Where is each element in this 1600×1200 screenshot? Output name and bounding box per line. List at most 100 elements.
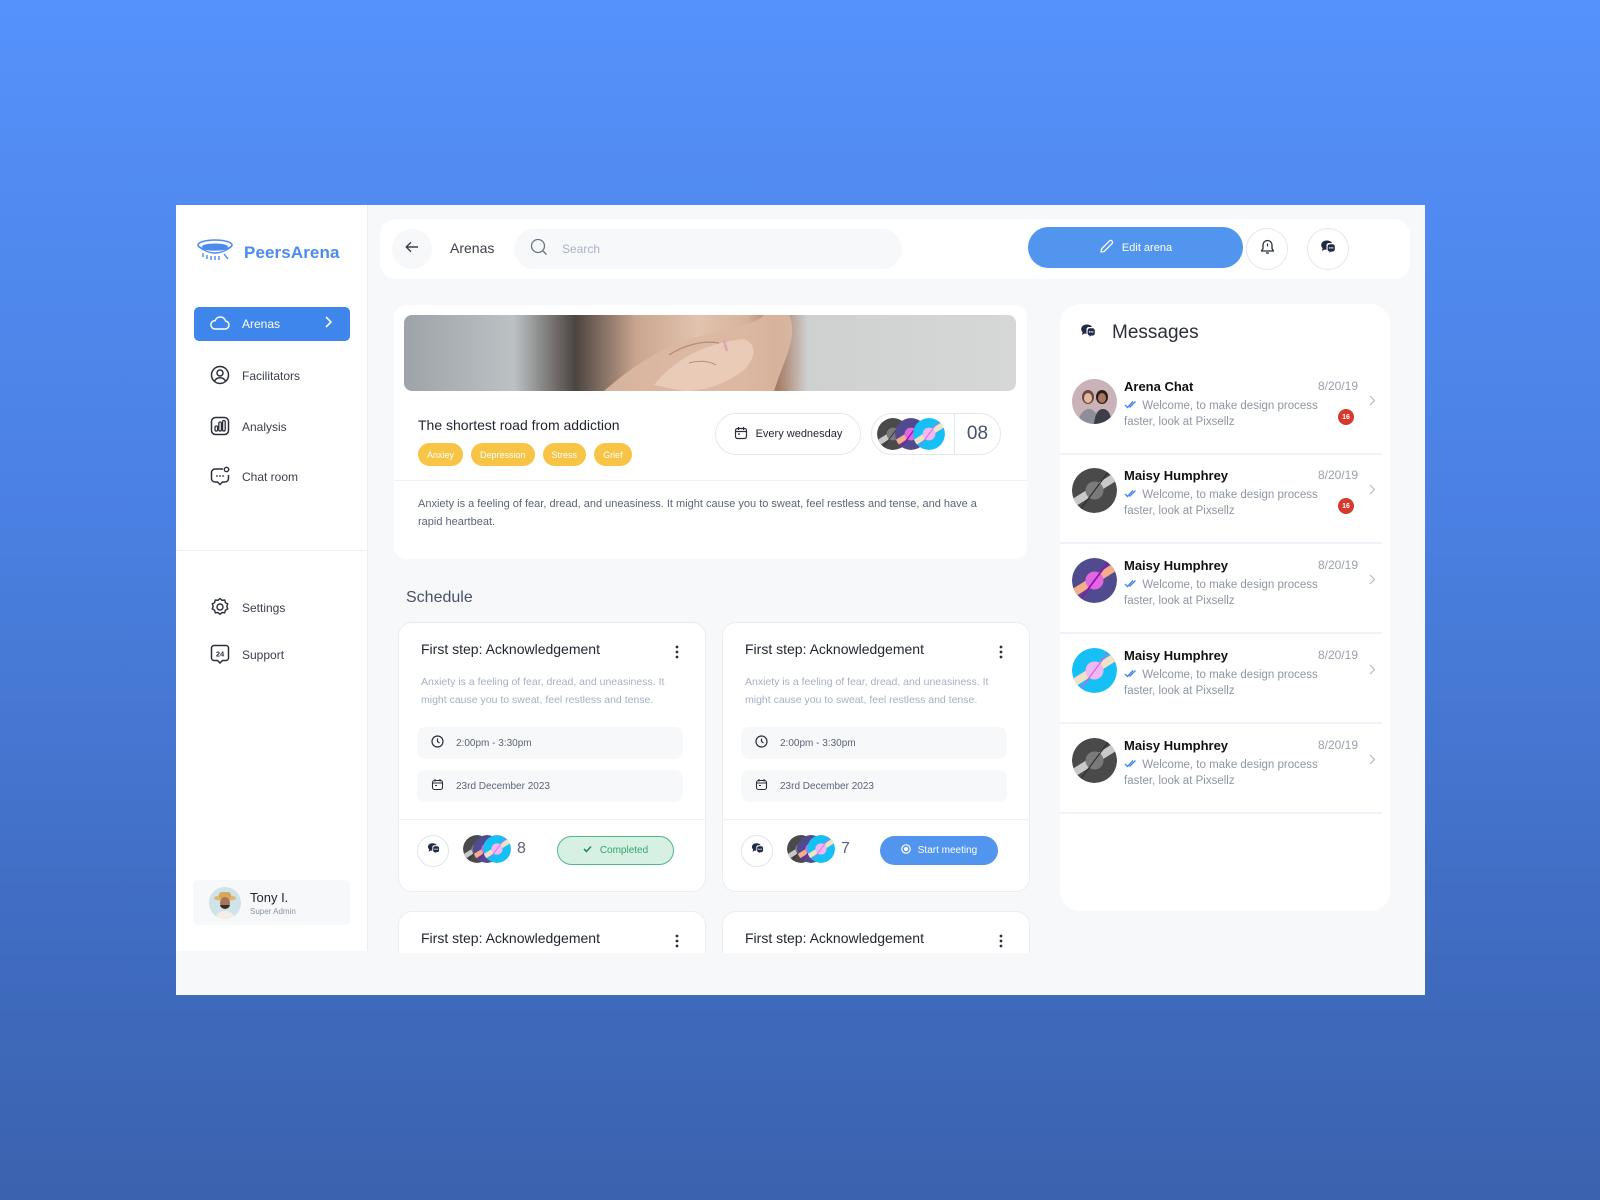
- frequency-pill[interactable]: Every wednesday: [715, 413, 861, 455]
- session-title: First step: Acknowledgement: [745, 641, 924, 657]
- sidebar-item-arenas[interactable]: Arenas: [194, 307, 350, 341]
- avatar: [913, 418, 945, 450]
- message-item[interactable]: Maisy Humphrey 8/20/19 Welcome, to make …: [1060, 724, 1382, 814]
- message-item[interactable]: Maisy Humphrey 8/20/19 Welcome, to make …: [1060, 634, 1382, 724]
- schedule-card[interactable]: First step: Acknowledgement Anxiety is a…: [722, 622, 1030, 892]
- back-button[interactable]: [392, 229, 432, 269]
- message-date: 8/20/19: [1317, 648, 1358, 662]
- schedule-card[interactable]: First step: Acknowledgement Anxiety is a…: [398, 622, 706, 892]
- sidebar-item-settings[interactable]: Settings: [194, 591, 350, 625]
- session-time-text: 2:00pm - 3:30pm: [780, 737, 856, 749]
- chevron-right-icon: [1369, 482, 1376, 500]
- divider: [394, 480, 1027, 481]
- message-preview: Welcome, to make design process faster, …: [1124, 577, 1324, 609]
- message-sender: Arena Chat: [1124, 379, 1194, 394]
- chevron-right-icon: [1369, 572, 1376, 590]
- avatar: [483, 835, 511, 863]
- more-options-icon[interactable]: [673, 645, 681, 659]
- double-check-icon: [1124, 400, 1139, 412]
- start-meeting-label: Start meeting: [917, 845, 978, 856]
- session-time: 2:00pm - 3:30pm: [741, 727, 1007, 759]
- notifications-button[interactable]: [1246, 228, 1288, 270]
- status-badge-completed: Completed: [557, 836, 674, 865]
- sidebar-item-chat-room[interactable]: Chat room: [194, 460, 350, 494]
- messages-button[interactable]: [1307, 228, 1349, 270]
- sidebar-item-label: Analysis: [242, 420, 287, 434]
- more-options-icon[interactable]: [997, 934, 1005, 948]
- message-preview: Welcome, to make design process faster, …: [1124, 757, 1324, 789]
- search-icon: [530, 238, 548, 261]
- more-options-icon[interactable]: [997, 645, 1005, 659]
- double-check-icon: [1124, 669, 1139, 681]
- double-check-icon: [1124, 489, 1139, 501]
- brand-logo[interactable]: PeersArena: [196, 237, 340, 268]
- chevron-right-icon: [324, 316, 333, 331]
- session-description: Anxiety is a feeling of fear, dread, and…: [745, 676, 989, 706]
- user-role: Super Admin: [250, 906, 296, 916]
- check-icon: [583, 845, 592, 856]
- divider: [399, 819, 705, 820]
- schedule-heading: Schedule: [406, 589, 473, 606]
- message-item[interactable]: Maisy Humphrey 8/20/19 Welcome, to make …: [1060, 454, 1382, 544]
- search-bar[interactable]: [514, 229, 902, 269]
- sidebar-item-label: Chat room: [242, 470, 299, 484]
- calendar-icon: [755, 778, 768, 794]
- participants: 8: [463, 835, 526, 863]
- sidebar-item-analysis[interactable]: Analysis: [194, 410, 350, 444]
- search-input[interactable]: [562, 242, 862, 256]
- session-title: First step: Acknowledgement: [745, 930, 924, 946]
- arrow-left-icon: [405, 240, 419, 258]
- tag-stress[interactable]: Stress: [542, 443, 587, 466]
- avatar: [1072, 648, 1117, 693]
- gear-icon: [210, 597, 230, 620]
- pencil-icon: [1099, 239, 1114, 257]
- message-sender: Maisy Humphrey: [1124, 468, 1229, 483]
- frequency-label: Every wednesday: [755, 428, 843, 440]
- chat-bubble-icon: [210, 466, 230, 489]
- support-24-icon: 24: [210, 644, 230, 667]
- tag-grief[interactable]: Grief: [594, 443, 632, 466]
- session-chat-button[interactable]: [741, 835, 773, 867]
- arena-title: The shortest road from addiction: [418, 417, 620, 433]
- breadcrumb[interactable]: Arenas: [450, 240, 494, 256]
- arena-description: Anxiety is a feeling of fear, dread, and…: [418, 498, 977, 528]
- start-meeting-button[interactable]: Start meeting: [880, 836, 998, 865]
- sidebar-item-facilitators[interactable]: Facilitators: [194, 359, 350, 393]
- message-text: Welcome, to make design process faster, …: [1124, 669, 1318, 697]
- unread-badge: 16: [1338, 409, 1354, 425]
- message-date: 8/20/19: [1317, 379, 1358, 393]
- message-item[interactable]: Maisy Humphrey 8/20/19 Welcome, to make …: [1060, 544, 1382, 634]
- avatar: [1072, 379, 1117, 424]
- sidebar-item-label: Settings: [242, 601, 286, 615]
- arena-tags: Anxiey Depression Stress Grief: [418, 443, 632, 466]
- tag-depression[interactable]: Depression: [471, 443, 535, 466]
- message-sender: Maisy Humphrey: [1124, 648, 1229, 663]
- chevron-right-icon: [1369, 393, 1376, 411]
- message-text: Welcome, to make design process faster, …: [1124, 579, 1318, 607]
- arena-banner-image: [404, 315, 1016, 391]
- session-chat-button[interactable]: [417, 835, 449, 867]
- message-preview: Welcome, to make design process faster, …: [1124, 398, 1324, 430]
- sidebar-item-label: Arenas: [242, 317, 281, 331]
- messages-title: Messages: [1112, 322, 1199, 343]
- more-options-icon[interactable]: [673, 934, 681, 948]
- sidebar-item-support[interactable]: 24 Support: [194, 638, 350, 672]
- divider: [723, 819, 1029, 820]
- message-item[interactable]: Arena Chat 8/20/19 Welcome, to make desi…: [1060, 365, 1382, 455]
- member-avatars: [872, 418, 954, 450]
- calendar-icon: [431, 778, 444, 794]
- sidebar-item-label: Support: [242, 648, 285, 662]
- session-description: Anxiety is a feeling of fear, dread, and…: [421, 676, 665, 706]
- tag-anxiety[interactable]: Anxiey: [418, 443, 464, 466]
- participant-count: 7: [841, 840, 850, 857]
- sidebar-item-label: Facilitators: [242, 369, 301, 383]
- avatar: [209, 886, 241, 919]
- chevron-right-icon: [1369, 662, 1376, 680]
- edit-arena-button[interactable]: Edit arena: [1028, 227, 1243, 268]
- message-text: Welcome, to make design process faster, …: [1124, 400, 1318, 428]
- members-pill[interactable]: 08: [871, 413, 1001, 455]
- message-sender: Maisy Humphrey: [1124, 558, 1229, 573]
- session-time: 2:00pm - 3:30pm: [417, 727, 683, 759]
- participant-count: 8: [517, 840, 526, 857]
- user-profile-card[interactable]: Tony I. Super Admin: [193, 880, 350, 925]
